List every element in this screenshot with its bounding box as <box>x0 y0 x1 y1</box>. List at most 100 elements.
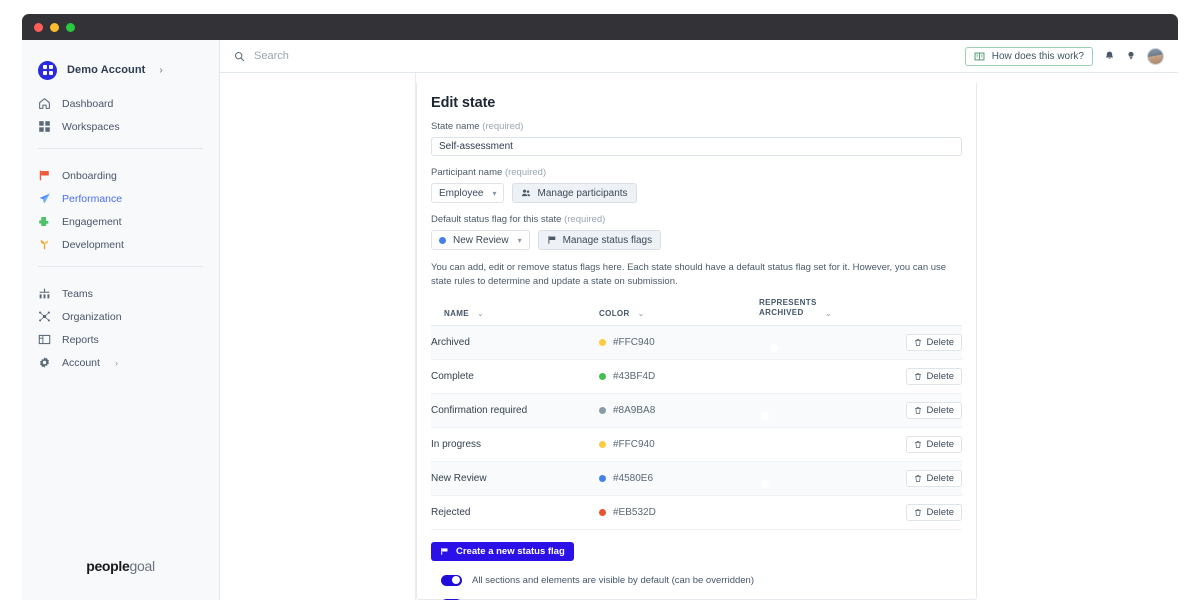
trash-icon <box>914 508 921 516</box>
table-row[interactable]: Complete #43BF4D Delete <box>431 359 962 394</box>
delete-flag-button[interactable]: Delete <box>905 503 962 521</box>
delete-flag-button[interactable]: Delete <box>905 367 962 385</box>
screen-root: Demo Account › Dashboard Workspaces Onbo… <box>0 0 1200 614</box>
sidebar-item-performance[interactable]: Performance <box>22 187 219 210</box>
state-name-label-text: State name <box>431 121 480 132</box>
grid-icon <box>39 121 50 132</box>
sidebar-item-organization[interactable]: Organization <box>22 305 219 328</box>
table-row[interactable]: Rejected #EB532D Delete <box>431 495 962 530</box>
account-switcher[interactable]: Demo Account › <box>22 40 219 86</box>
delete-flag-button[interactable]: Delete <box>905 469 962 487</box>
cell-actions: Delete <box>879 359 962 394</box>
content-body: Edit state State name (required) Self-as… <box>416 73 1178 600</box>
table-header: NAME ⌄ COLOR ⌄ REPRESENTS ARCHIVED ⌄ <box>431 297 962 326</box>
topbar: Search How does this work? <box>220 40 1178 73</box>
brand-logo: peoplegoal <box>22 558 219 574</box>
sidebar-item-teams[interactable]: Teams <box>22 282 219 305</box>
manage-participants-button[interactable]: Manage participants <box>512 183 637 203</box>
content-left-rail <box>220 73 416 600</box>
editable-by-default-toggle[interactable] <box>441 598 462 600</box>
participant-select-value: Employee <box>439 187 484 199</box>
delete-flag-button[interactable]: Delete <box>905 401 962 419</box>
cell-flag-color: #FFC940 <box>599 325 759 360</box>
status-color-swatch <box>439 236 446 244</box>
how-does-this-work-button[interactable]: How does this work? <box>964 46 1093 66</box>
bell-icon <box>1105 51 1114 59</box>
visible-by-default-label: All sections and elements are visible by… <box>472 574 754 586</box>
sidebar-group-main: Dashboard Workspaces <box>22 86 219 138</box>
column-header-name-label: NAME <box>444 308 469 318</box>
delete-flag-button[interactable]: Delete <box>905 333 962 351</box>
delete-flag-label: Delete <box>926 472 954 484</box>
column-header-name[interactable]: NAME ⌄ <box>431 297 599 326</box>
window-titlebar <box>22 14 1178 40</box>
window-close-dot[interactable] <box>34 22 43 32</box>
cell-represents-archived <box>759 359 879 394</box>
status-color-swatch <box>599 474 606 482</box>
column-header-represents-archived[interactable]: REPRESENTS ARCHIVED ⌄ <box>759 297 879 326</box>
search-input[interactable]: Search <box>234 50 965 62</box>
state-name-required: (required) <box>482 121 524 132</box>
sidebar-item-reports[interactable]: Reports <box>22 328 219 351</box>
content-area: Edit state State name (required) Self-as… <box>220 73 1178 600</box>
tips-button[interactable] <box>1126 50 1136 62</box>
sidebar-item-dashboard[interactable]: Dashboard <box>22 92 219 115</box>
sidebar-item-workspaces[interactable]: Workspaces <box>22 115 219 138</box>
status-color-swatch <box>599 508 606 516</box>
state-name-input[interactable]: Self-assessment <box>431 137 962 156</box>
sidebar-item-engagement[interactable]: Engagement <box>22 210 219 233</box>
create-status-flag-button[interactable]: Create a new status flag <box>431 541 574 561</box>
grid-logo-icon <box>38 60 57 80</box>
sidebar-item-label: Account <box>62 356 100 369</box>
participant-select[interactable]: Employee ▾ <box>431 183 505 203</box>
sidebar-item-onboarding[interactable]: Onboarding <box>22 164 219 187</box>
lightbulb-icon <box>1128 51 1134 60</box>
trash-icon <box>914 372 921 380</box>
table-row[interactable]: New Review #4580E6 Delete <box>431 461 962 496</box>
column-header-color[interactable]: COLOR ⌄ <box>599 297 759 326</box>
flag-icon <box>39 170 49 181</box>
trash-icon <box>914 440 921 448</box>
notifications-button[interactable] <box>1104 50 1115 62</box>
chevron-right-icon: › <box>159 64 163 76</box>
default-flag-select[interactable]: New Review ▾ <box>431 230 530 250</box>
cell-flag-color: #8A9BA8 <box>599 393 759 428</box>
window-minimize-dot[interactable] <box>50 22 59 32</box>
sidebar-item-label: Development <box>62 238 124 251</box>
cell-flag-color-hex: #EB532D <box>613 506 656 518</box>
manage-status-flags-button[interactable]: Manage status flags <box>537 230 662 250</box>
visible-by-default-toggle[interactable] <box>441 574 462 586</box>
table-row[interactable]: Confirmation required #8A9BA8 Delete <box>431 393 962 428</box>
table-row[interactable]: Archived #FFC940 Delete <box>431 325 962 360</box>
sidebar-item-label: Dashboard <box>62 97 114 110</box>
sprout-icon <box>40 240 49 250</box>
teams-icon <box>39 288 50 299</box>
table-row[interactable]: In progress #FFC940 Delete <box>431 427 962 462</box>
sidebar-item-development[interactable]: Development <box>22 233 219 256</box>
app-body: Demo Account › Dashboard Workspaces Onbo… <box>22 40 1178 600</box>
column-header-actions <box>879 297 962 326</box>
book-icon <box>974 52 985 60</box>
reports-icon <box>38 334 51 345</box>
delete-flag-button[interactable]: Delete <box>905 435 962 453</box>
participant-name-label-text: Participant name <box>431 167 503 178</box>
cell-represents-archived <box>759 427 879 462</box>
sidebar-divider-2 <box>38 266 203 267</box>
sidebar-item-account[interactable]: Account › <box>22 351 219 374</box>
how-does-this-work-label: How does this work? <box>991 50 1084 62</box>
sidebar-item-label: Engagement <box>62 215 122 228</box>
trash-icon <box>914 406 921 414</box>
window-maximize-dot[interactable] <box>66 22 75 32</box>
delete-flag-label: Delete <box>926 438 954 450</box>
paper-plane-icon <box>39 193 50 203</box>
app-window: Demo Account › Dashboard Workspaces Onbo… <box>22 14 1178 600</box>
chevron-down-icon: ▾ <box>517 235 522 245</box>
sidebar-item-label: Organization <box>62 310 122 323</box>
status-color-swatch <box>599 372 606 380</box>
manage-participants-label: Manage participants <box>537 187 628 199</box>
sidebar-item-label: Reports <box>62 333 99 346</box>
cell-actions: Delete <box>879 427 962 462</box>
sidebar-divider-1 <box>38 148 203 149</box>
participant-name-label: Participant name (required) <box>431 167 962 178</box>
avatar[interactable] <box>1147 47 1164 65</box>
